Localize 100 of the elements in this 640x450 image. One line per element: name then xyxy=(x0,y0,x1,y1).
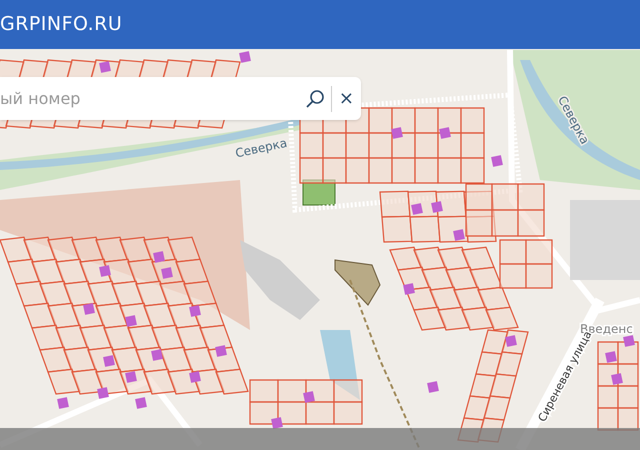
land-parcel xyxy=(322,157,347,184)
building xyxy=(189,305,201,317)
land-parcel xyxy=(95,368,129,395)
land-parcel xyxy=(135,280,169,307)
land-parcel xyxy=(409,216,441,243)
building xyxy=(403,283,415,295)
land-parcel xyxy=(368,132,393,159)
land-parcel xyxy=(413,246,447,271)
land-parcel xyxy=(95,236,129,263)
land-parcel xyxy=(379,190,411,218)
land-parcel xyxy=(391,107,416,134)
land-parcel xyxy=(414,157,439,184)
land-parcel xyxy=(414,107,439,134)
land-parcel xyxy=(413,306,447,331)
building xyxy=(391,127,403,139)
land-parcel xyxy=(31,258,65,285)
land-parcel xyxy=(333,401,363,425)
land-parcel xyxy=(143,302,177,329)
land-parcel xyxy=(345,132,370,159)
site-logo[interactable]: GRPINFO.RU xyxy=(0,10,122,39)
land-parcel xyxy=(299,132,324,159)
land-parcel xyxy=(414,132,439,159)
land-parcel xyxy=(15,280,49,307)
land-parcel xyxy=(597,407,619,431)
land-parcel xyxy=(87,280,121,307)
land-parcel xyxy=(381,216,413,243)
land-parcel xyxy=(491,209,519,237)
land-parcel xyxy=(249,401,279,425)
building xyxy=(239,51,251,63)
river-label: Северка xyxy=(234,136,288,160)
land-parcel xyxy=(0,236,33,263)
land-parcel xyxy=(111,280,145,307)
building xyxy=(303,391,315,403)
land-parcel xyxy=(127,324,161,351)
land-parcel xyxy=(71,236,105,263)
land-parcel xyxy=(47,302,81,329)
land-parcel xyxy=(159,346,193,373)
land-parcel xyxy=(23,236,57,263)
land-parcel xyxy=(445,266,479,291)
building xyxy=(57,397,69,409)
land-parcel xyxy=(489,373,517,399)
building xyxy=(151,349,163,361)
land-parcel xyxy=(617,407,639,431)
building xyxy=(135,397,147,409)
land-parcel xyxy=(437,306,471,331)
land-parcel xyxy=(159,280,193,307)
land-parcel xyxy=(55,324,89,351)
land-parcel xyxy=(167,236,201,263)
search-field[interactable]: ый номер × xyxy=(0,77,361,120)
building xyxy=(427,381,439,393)
land-parcel xyxy=(481,329,509,355)
land-parcel xyxy=(460,107,485,134)
land-parcel xyxy=(95,302,129,329)
land-parcel xyxy=(63,280,97,307)
land-parcel xyxy=(151,324,185,351)
land-parcel xyxy=(127,258,161,285)
land-parcel xyxy=(437,157,462,184)
search-icon[interactable] xyxy=(304,88,325,108)
building xyxy=(453,229,465,241)
land-parcel xyxy=(23,302,57,329)
land-parcel xyxy=(55,258,89,285)
land-parcel xyxy=(322,132,347,159)
land-parcel xyxy=(429,286,463,311)
land-parcel xyxy=(463,395,491,421)
clear-button[interactable]: × xyxy=(332,85,361,112)
land-parcel xyxy=(277,401,307,425)
land-parcel xyxy=(299,157,324,184)
building xyxy=(505,335,517,347)
land-parcel xyxy=(460,157,485,184)
land-parcel xyxy=(460,132,485,159)
land-parcel xyxy=(345,157,370,184)
land-parcel xyxy=(333,379,363,403)
land-parcel xyxy=(465,183,493,211)
land-parcel xyxy=(389,246,423,271)
building xyxy=(623,335,635,347)
land-parcel xyxy=(103,324,137,351)
land-parcel xyxy=(47,236,81,263)
land-parcel xyxy=(249,379,279,403)
land-parcel xyxy=(469,373,497,399)
land-parcel xyxy=(39,280,73,307)
land-parcel xyxy=(199,324,233,351)
land-parcel xyxy=(485,306,519,331)
land-parcel xyxy=(499,263,527,289)
land-parcel xyxy=(391,157,416,184)
building xyxy=(439,127,451,139)
land-parcel xyxy=(495,351,523,377)
building xyxy=(215,345,227,357)
land-parcel xyxy=(465,209,493,237)
land-parcel xyxy=(111,346,145,373)
land-parcel xyxy=(143,368,177,395)
land-parcel xyxy=(119,236,153,263)
land-parcel xyxy=(525,239,553,265)
building xyxy=(125,371,137,383)
land-parcel xyxy=(483,395,511,421)
land-parcel xyxy=(453,286,487,311)
land-parcel xyxy=(517,183,545,211)
land-parcel xyxy=(477,286,511,311)
building xyxy=(97,387,109,399)
land-parcel xyxy=(525,263,553,289)
building xyxy=(83,303,95,315)
